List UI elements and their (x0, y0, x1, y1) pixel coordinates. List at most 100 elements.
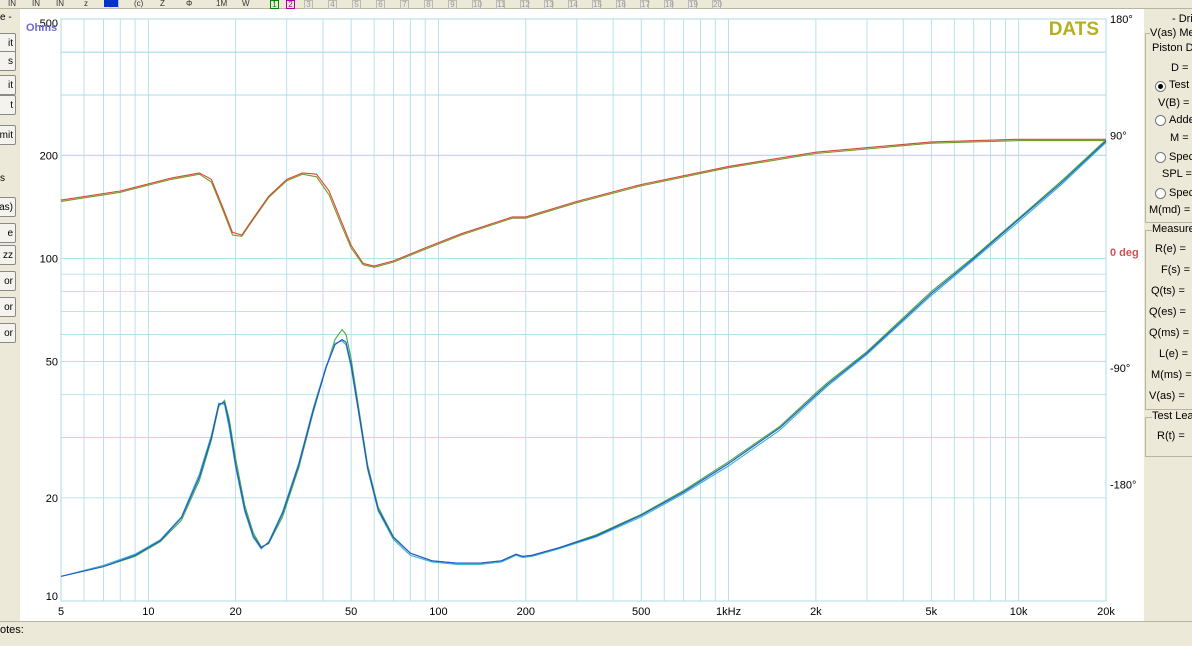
toolbar-button[interactable]: 6 (376, 0, 385, 9)
x-tick-label: 10 (142, 606, 154, 618)
left-panel-button-9[interactable]: zz (0, 245, 16, 265)
measured-section-title: Measure (1152, 223, 1192, 235)
x-tick-label: 5k (926, 606, 938, 618)
left-panel-button-2[interactable]: s (0, 51, 16, 71)
toolbar-button[interactable]: 14 (568, 0, 578, 9)
x-tick-label: 50 (345, 606, 357, 618)
left-panel-button-4[interactable]: t (0, 95, 16, 115)
left-panel-button-3[interactable]: it (0, 75, 16, 95)
toolbar-button[interactable]: z (84, 0, 88, 8)
spec-option-label-1: Spec (1169, 151, 1192, 163)
left-panel-button-8[interactable]: e (0, 223, 16, 243)
measured-param-label: Q(ms) = (1149, 327, 1190, 339)
toolbar-button[interactable]: 1M (216, 0, 227, 8)
measured-param-label: Q(ts) = (1151, 285, 1185, 297)
spec-radio-2[interactable] (1155, 188, 1166, 199)
toolbar-button[interactable]: 5 (352, 0, 361, 9)
toolbar-button[interactable]: 15 (592, 0, 602, 9)
phase-tick-label: 180° (1110, 14, 1133, 26)
left-panel-button-6[interactable]: s (0, 173, 5, 184)
spec-option-label-2: Spec (1169, 187, 1192, 199)
diameter-label: D = (1171, 62, 1189, 74)
driver-panel-title: - Dri (1172, 13, 1192, 25)
phase-tick-label: -90° (1110, 363, 1130, 375)
toolbar-button[interactable]: 9 (448, 0, 457, 9)
left-panel-button-7[interactable]: as) (0, 197, 16, 217)
phase-unit-label: 0 deg (1110, 247, 1139, 259)
measured-param-label: F(s) = (1161, 264, 1191, 276)
toolbar-button[interactable]: 20 (712, 0, 722, 9)
mass-label: M = (1170, 132, 1189, 144)
phase-tick-label: 90° (1110, 130, 1127, 142)
right-panel: - Dri V(as) Me Piston D D = Test V(B) = … (1145, 9, 1192, 621)
impedance-unit-label: Ohms (26, 22, 57, 34)
left-panel-button-0: e - (0, 12, 12, 23)
toolbar-button[interactable]: 7 (400, 0, 409, 9)
left-panel-button-12[interactable]: or (0, 323, 16, 343)
color-swatch-button[interactable] (104, 0, 118, 7)
added-option-label: Adde (1169, 114, 1192, 126)
x-tick-label: 200 (517, 606, 535, 618)
impedance-chart: 5 10 20 50 100 200 500 1kHz 2k 5k 10k 20k5002001005… (26, 14, 1139, 618)
left-panel-button-1[interactable]: it (0, 33, 16, 53)
toolbar-button[interactable]: IN (32, 0, 40, 8)
toolbar-button[interactable]: 2 (286, 0, 295, 9)
added-mass-radio[interactable] (1155, 115, 1166, 126)
y-tick-label: 50 (46, 357, 58, 369)
x-tick-label: 500 (632, 606, 650, 618)
toolbar-button[interactable]: 17 (640, 0, 650, 9)
toolbar-button[interactable]: 13 (544, 0, 554, 9)
x-tick-label: 20k (1097, 606, 1115, 618)
toolbar: INININz8(c)ZΦ1MW123456789101112131415161… (0, 0, 1192, 9)
toolbar-button[interactable]: W (242, 0, 250, 8)
plot-frame (60, 18, 1107, 602)
toolbar-button[interactable]: 3 (304, 0, 313, 9)
toolbar-button[interactable]: 1 (270, 0, 279, 9)
x-tick-label: 5 (58, 606, 64, 618)
spec-radio-1[interactable] (1155, 152, 1166, 163)
x-tick-label: 2k (810, 606, 822, 618)
toolbar-button[interactable]: IN (8, 0, 16, 8)
test-option-label: Test (1169, 79, 1190, 91)
status-bar: otes: (0, 621, 1192, 646)
left-panel-button-11[interactable]: or (0, 297, 16, 317)
piston-label: Piston D (1152, 42, 1192, 54)
toolbar-button[interactable]: 4 (328, 0, 337, 9)
vas-section-title: V(as) Me (1150, 27, 1192, 39)
toolbar-button[interactable]: 12 (520, 0, 530, 9)
y-tick-label: 200 (40, 150, 58, 162)
spl-label: SPL = (1162, 168, 1192, 180)
measured-group (1145, 230, 1192, 410)
test-lead-section-title: Test Lea (1152, 410, 1192, 422)
test-radio[interactable] (1155, 81, 1166, 92)
toolbar-button[interactable]: 16 (616, 0, 626, 9)
left-panel: e - it s it t mit s as) e zz or or or (0, 9, 20, 621)
x-tick-label: 10k (1010, 606, 1028, 618)
toolbar-button[interactable]: Φ (186, 0, 192, 8)
measured-param-label: Q(es) = (1149, 306, 1186, 318)
left-panel-button-5[interactable]: mit (0, 125, 16, 145)
toolbar-button[interactable]: 11 (496, 0, 505, 9)
toolbar-button[interactable]: Z (160, 0, 165, 8)
chart-title: DATS (1049, 19, 1099, 40)
left-panel-button-10[interactable]: or (0, 271, 16, 291)
toolbar-button[interactable]: 18 (664, 0, 674, 9)
y-tick-label: 100 (40, 253, 58, 265)
measured-param-label: V(as) = (1149, 390, 1185, 402)
rt-label: R(t) = (1157, 430, 1185, 442)
y-tick-label: 10 (46, 591, 58, 603)
measured-param-label: M(ms) = (1151, 369, 1192, 381)
notes-label: otes: (0, 624, 24, 636)
x-tick-label: 20 (230, 606, 242, 618)
toolbar-button[interactable]: IN (56, 0, 64, 8)
x-tick-label: 100 (429, 606, 447, 618)
toolbar-button[interactable]: 10 (472, 0, 482, 9)
toolbar-button[interactable]: 8 (424, 0, 433, 9)
toolbar-button[interactable]: 19 (688, 0, 698, 9)
measured-param-label: R(e) = (1155, 243, 1186, 255)
x-tick-label: 1kHz (716, 606, 741, 618)
mmd-label: M(md) = (1149, 204, 1191, 216)
toolbar-button[interactable]: (c) (134, 0, 143, 8)
phase-tick-label: -180° (1110, 480, 1136, 492)
y-tick-label: 20 (46, 493, 58, 505)
